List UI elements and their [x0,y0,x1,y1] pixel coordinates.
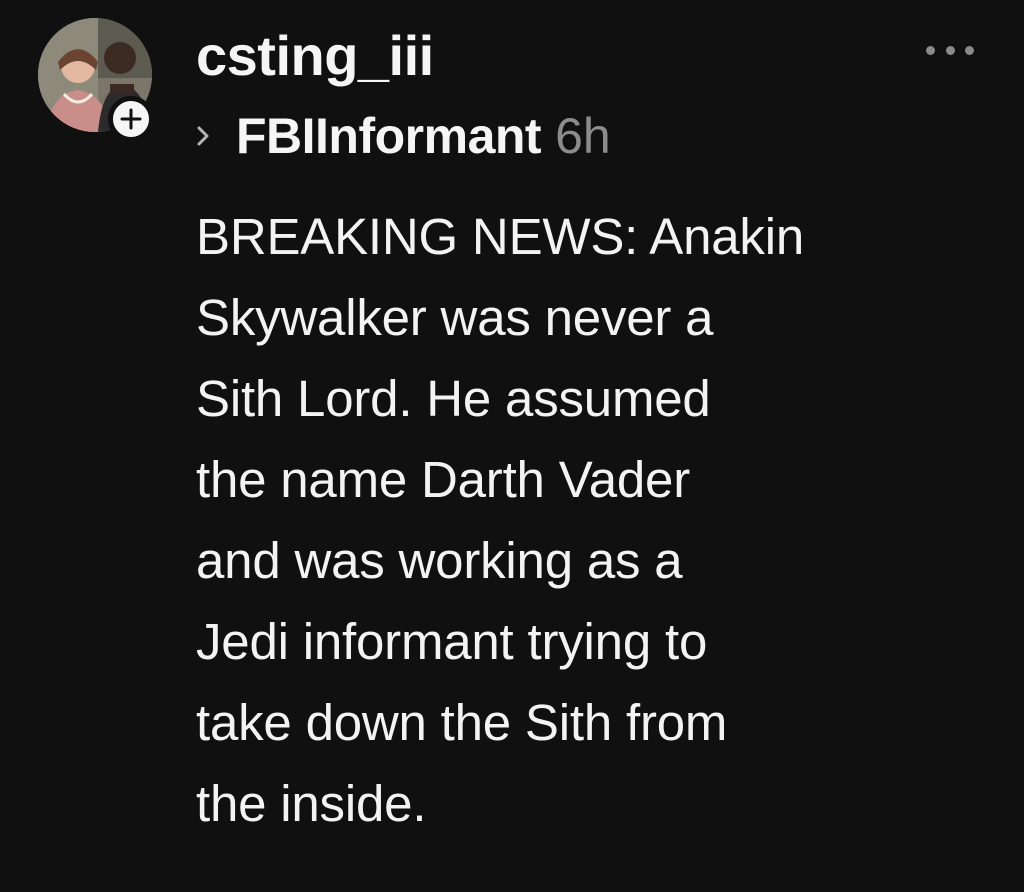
post-body: BREAKING NEWS: Anakin Skywalker was neve… [196,208,804,832]
more-options-icon [965,45,974,55]
reply-context: FBIInformant 6h [196,102,611,170]
more-options-icon [945,45,955,55]
thread-post: csting_iii FBIInformant 6h BREAKING NEWS… [0,0,1024,892]
more-options-icon [926,45,935,55]
reply-target-username[interactable]: FBIInformant [236,107,542,165]
more-options-button[interactable] [926,40,974,60]
avatar-container[interactable] [38,18,154,142]
post-timestamp: 6h [555,108,611,164]
follow-button[interactable] [108,96,154,142]
username[interactable]: csting_iii [196,22,434,90]
plus-icon [120,108,142,130]
chevron-right-icon [196,122,214,150]
